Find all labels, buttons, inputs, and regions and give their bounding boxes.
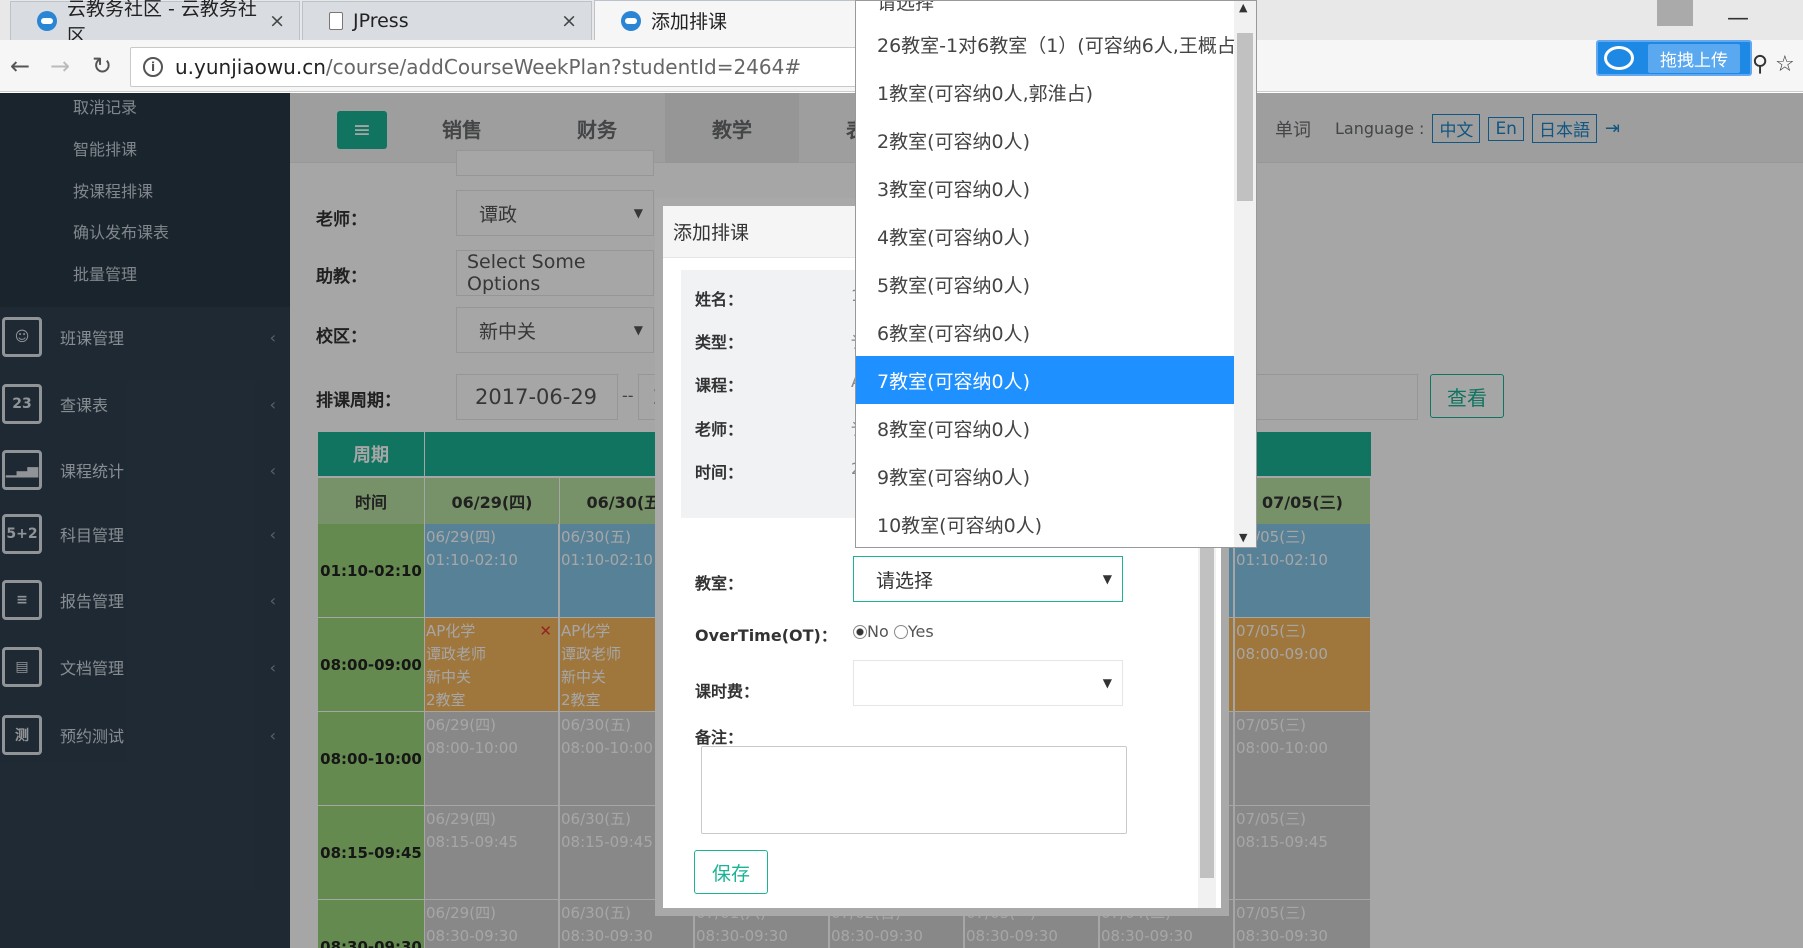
back-icon[interactable]: ←: [10, 52, 30, 80]
close-icon[interactable]: ×: [269, 10, 285, 32]
info-name-label: 姓名：: [695, 290, 744, 309]
cloud-icon: [37, 11, 57, 31]
caret-down-icon: ▼: [1102, 572, 1112, 586]
scroll-up-icon[interactable]: ▲: [1239, 1, 1247, 14]
overtime-no-label[interactable]: No: [867, 622, 889, 641]
dropdown-option[interactable]: 6教室(可容纳0人): [856, 308, 1234, 356]
overtime-radio-group: No Yes: [853, 622, 934, 641]
overtime-no-radio[interactable]: [853, 625, 867, 639]
remark-label: 备注：: [695, 728, 744, 747]
info-teacher-label: 老师：: [695, 420, 744, 439]
dropdown-option[interactable]: 8教室(可容纳0人): [856, 404, 1234, 452]
info-type-label: 类型：: [695, 333, 744, 352]
upload-label: 拖拽上传: [1648, 43, 1740, 73]
dropdown-option[interactable]: 2教室(可容纳0人): [856, 116, 1234, 164]
dropdown-option[interactable]: 10教室(可容纳0人): [856, 500, 1234, 547]
url-path: /course/addCourseWeekPlan?studentId=2464…: [325, 55, 802, 79]
dropdown-option[interactable]: 9教室(可容纳0人): [856, 452, 1234, 500]
overtime-label: OverTime(OT)：: [695, 626, 837, 645]
info-time-label: 时间：: [695, 463, 744, 482]
overtime-yes-radio[interactable]: [893, 625, 908, 639]
classroom-value: 请选择: [876, 569, 934, 592]
scrollbar-thumb[interactable]: [1237, 33, 1253, 201]
search-icon[interactable]: ⚲: [1752, 52, 1768, 77]
fee-label: 课时费：: [695, 682, 760, 701]
remark-textarea[interactable]: [701, 746, 1127, 834]
fee-select[interactable]: ▼: [853, 660, 1123, 706]
minimize-icon[interactable]: —: [1727, 6, 1749, 31]
dropdown-option[interactable]: 26教室-1对6教室（1）(可容纳6人,王概占): [856, 20, 1243, 68]
browser-tab-yunjiaowu[interactable]: 云教务社区 - 云教务社区 ×: [10, 0, 300, 47]
classroom-dropdown-list: 请选择 26教室-1对6教室（1）(可容纳6人,王概占) 1教室(可容纳0人,郭…: [855, 0, 1257, 548]
classroom-label: 教室：: [695, 574, 744, 593]
url-host: u.yunjiaowu.cn: [175, 55, 326, 79]
tab-title: JPress: [353, 10, 409, 32]
info-course-label: 课程：: [695, 376, 744, 395]
page-icon: [329, 12, 343, 30]
reload-icon[interactable]: ↻: [92, 52, 112, 80]
forward-icon[interactable]: →: [50, 52, 70, 80]
save-button[interactable]: 保存: [694, 850, 768, 894]
overtime-yes-label[interactable]: Yes: [908, 622, 934, 641]
info-icon[interactable]: i: [143, 57, 163, 77]
baidu-cloud-icon: [1604, 46, 1634, 70]
close-icon[interactable]: ×: [561, 10, 577, 32]
dropdown-option[interactable]: 3教室(可容纳0人): [856, 164, 1234, 212]
scroll-down-icon[interactable]: ▼: [1239, 531, 1247, 544]
dropdown-option[interactable]: 1教室(可容纳0人,郭淮占): [856, 68, 1234, 116]
upload-extension-button[interactable]: 拖拽上传: [1596, 40, 1752, 76]
bookmark-star-icon[interactable]: ☆: [1775, 52, 1795, 77]
dropdown-option[interactable]: 5教室(可容纳0人): [856, 260, 1234, 308]
browser-tab-jpress[interactable]: JPress ×: [302, 1, 592, 40]
cloud-icon: [621, 10, 641, 31]
classroom-select[interactable]: 请选择 ▼: [853, 556, 1123, 602]
dropdown-option-selected[interactable]: 7教室(可容纳0人): [856, 356, 1234, 404]
tab-title: 添加排课: [651, 11, 728, 33]
profile-icon[interactable]: [1657, 0, 1693, 26]
caret-down-icon: ▼: [1102, 676, 1112, 690]
dropdown-option[interactable]: 4教室(可容纳0人): [856, 212, 1234, 260]
browser-tab-add-schedule[interactable]: 添加排课: [594, 0, 894, 40]
dropdown-scrollbar[interactable]: ▲ ▼: [1234, 1, 1256, 547]
